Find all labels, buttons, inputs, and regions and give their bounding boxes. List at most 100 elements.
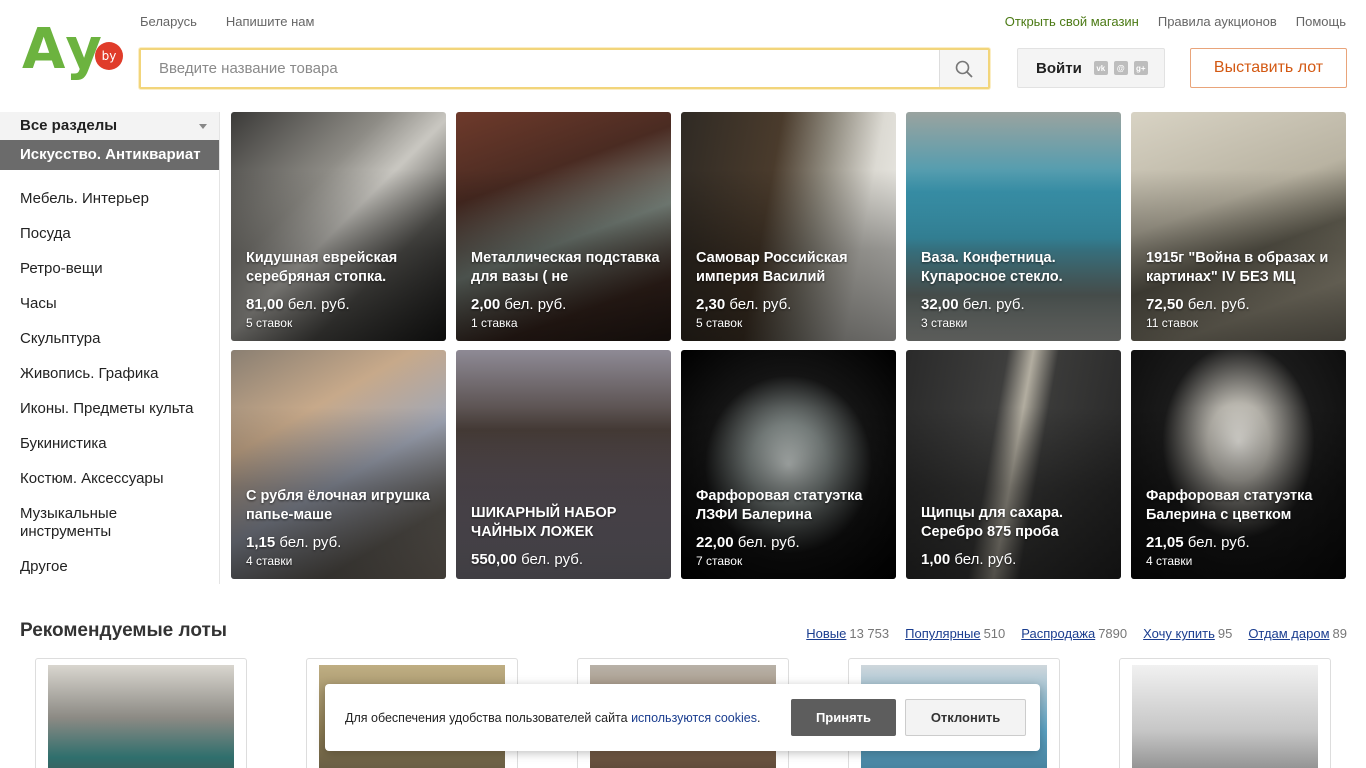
sidebar-item[interactable]: Мебель. Интерьер <box>0 182 219 217</box>
login-box[interactable]: Войти vk @ g+ <box>1017 48 1165 88</box>
lot-card[interactable]: Фарфоровая статуэтка ЛЗФИ Балерина 22,00 … <box>681 350 896 579</box>
lot-info: Фарфоровая статуэтка Балерина с цветком 2… <box>1146 487 1336 569</box>
lot-title[interactable]: С рубля ёлочная игрушка папье-маше <box>246 487 436 525</box>
lot-currency: бел. руб. <box>954 551 1017 568</box>
recommended-tab-count: 13 753 <box>849 626 890 641</box>
login-label[interactable]: Войти <box>1036 60 1082 77</box>
lot-card[interactable]: С рубля ёлочная игрушка папье-маше 1,15 б… <box>231 350 446 579</box>
lot-price-value: 81,00 <box>246 296 284 313</box>
lot-price: 2,00 бел. руб. <box>471 296 661 314</box>
cookie-link[interactable]: используются cookies <box>631 711 757 725</box>
lot-card[interactable]: Кидушная еврейская серебряная стопка. 81,… <box>231 112 446 341</box>
lot-currency: бел. руб. <box>737 534 800 551</box>
lot-card[interactable]: Металлическая подставка для вазы ( не 2,0… <box>456 112 671 341</box>
sidebar-item[interactable]: Другое <box>0 550 219 585</box>
lot-card[interactable]: Ваза. Конфетница. Купаросное стекло. 32,0… <box>906 112 1121 341</box>
recommended-tab[interactable]: Новые 13 753 <box>806 626 889 641</box>
recommended-tab-label[interactable]: Популярные <box>905 626 980 641</box>
recommended-image[interactable] <box>48 665 234 768</box>
lot-price-value: 1,15 <box>246 534 276 551</box>
lot-title[interactable]: Самовар Российская империя Василий <box>696 249 886 287</box>
sidebar-item[interactable]: Ретро-вещи <box>0 252 219 287</box>
google-plus-icon[interactable]: g+ <box>1133 61 1148 75</box>
lot-info: 1915г "Война в образах и картинах" IV БЕ… <box>1146 249 1336 331</box>
top-links-left: Беларусь Напишите нам <box>140 14 314 29</box>
lot-card[interactable]: 1915г "Война в образах и картинах" IV БЕ… <box>1131 112 1346 341</box>
sidebar-item[interactable]: Иконы. Предметы культа <box>0 392 219 427</box>
lot-bids: 5 ставок <box>246 316 293 330</box>
cookie-text: Для обеспечения удобства пользователей с… <box>345 711 760 725</box>
sidebar-item[interactable]: Живопись. Графика <box>0 357 219 392</box>
lot-title[interactable]: Фарфоровая статуэтка ЛЗФИ Балерина <box>696 487 886 525</box>
recommended-card[interactable] <box>1119 658 1331 768</box>
sidebar-item-active[interactable]: Искусство. Антиквариат <box>0 140 219 170</box>
lot-currency: бел. руб. <box>504 296 567 313</box>
lot-currency: бел. руб. <box>1187 296 1250 313</box>
decline-cookies-button[interactable]: Отклонить <box>905 699 1026 736</box>
cookie-text-main: Для обеспечения удобства пользователей с… <box>345 710 628 725</box>
lot-info: ШИКАРНЫЙ НАБОР ЧАЙНЫХ ЛОЖЕК 550,00 бел. р… <box>471 504 661 569</box>
lot-currency: бел. руб. <box>279 534 342 551</box>
lot-title[interactable]: ШИКАРНЫЙ НАБОР ЧАЙНЫХ ЛОЖЕК <box>471 504 661 542</box>
recommended-tab-label[interactable]: Хочу купить <box>1143 626 1215 641</box>
sell-lot-button[interactable]: Выставить лот <box>1190 48 1347 88</box>
search-bar <box>139 48 990 89</box>
recommended-tab-count: 510 <box>983 626 1006 641</box>
sidebar-item[interactable]: Скульптура <box>0 322 219 357</box>
recommended-image[interactable] <box>1132 665 1318 768</box>
lot-info: Металлическая подставка для вазы ( не 2,0… <box>471 249 661 331</box>
lot-title[interactable]: Фарфоровая статуэтка Балерина с цветком <box>1146 487 1336 525</box>
lot-card[interactable]: Щипцы для сахара. Серебро 875 проба 1,00 … <box>906 350 1121 579</box>
all-sections-dropdown[interactable]: Все разделы <box>0 112 219 140</box>
accept-cookies-button[interactable]: Принять <box>791 699 896 736</box>
recommended-tab-count: 7890 <box>1098 626 1128 641</box>
sidebar-item[interactable]: Костюм. Аксессуары <box>0 462 219 497</box>
cookie-text-tail: . <box>756 710 761 725</box>
recommended-tab-label[interactable]: Отдам даром <box>1248 626 1329 641</box>
lot-title[interactable]: Кидушная еврейская серебряная стопка. <box>246 249 436 287</box>
lot-price: 81,00 бел. руб. <box>246 296 436 314</box>
lot-card[interactable]: Самовар Российская империя Василий 2,30 б… <box>681 112 896 341</box>
contact-link[interactable]: Напишите нам <box>226 14 315 29</box>
mail-ru-icon[interactable]: @ <box>1113 61 1128 75</box>
open-shop-link[interactable]: Открыть свой магазин <box>1005 14 1139 29</box>
lot-card[interactable]: ШИКАРНЫЙ НАБОР ЧАЙНЫХ ЛОЖЕК 550,00 бел. р… <box>456 350 671 579</box>
vk-icon[interactable]: vk <box>1093 61 1108 75</box>
recommended-tab[interactable]: Хочу купить 95 <box>1143 626 1232 641</box>
region-link[interactable]: Беларусь <box>140 14 197 29</box>
search-icon <box>955 60 973 78</box>
sidebar-item[interactable]: Часы <box>0 287 219 322</box>
help-link[interactable]: Помощь <box>1296 14 1346 29</box>
site-logo[interactable]: Ау by <box>22 17 126 84</box>
recommended-tab-label[interactable]: Новые <box>806 626 846 641</box>
auction-rules-link[interactable]: Правила аукционов <box>1158 14 1277 29</box>
lot-card[interactable]: Фарфоровая статуэтка Балерина с цветком 2… <box>1131 350 1346 579</box>
recommended-tabs: Новые 13 753 Популярные 510 Распродажа 7890 Хо… <box>806 626 1347 641</box>
recommended-tab-label[interactable]: Распродажа <box>1021 626 1095 641</box>
recommended-title: Рекомендуемые лоты <box>20 620 228 641</box>
search-input[interactable] <box>141 50 939 87</box>
top-links-right: Открыть свой магазин Правила аукционов П… <box>1005 14 1346 29</box>
lot-bids: 4 ставки <box>246 554 293 568</box>
lot-price: 22,00 бел. руб. <box>696 534 886 552</box>
lot-currency: бел. руб. <box>962 296 1025 313</box>
lot-title[interactable]: Металлическая подставка для вазы ( не <box>471 249 661 287</box>
search-button[interactable] <box>939 50 988 87</box>
lot-title[interactable]: Щипцы для сахара. Серебро 875 проба <box>921 504 1111 542</box>
recommended-tab[interactable]: Популярные 510 <box>905 626 1005 641</box>
lot-price-value: 72,50 <box>1146 296 1184 313</box>
lot-bids: 1 ставка <box>471 316 518 330</box>
lot-title[interactable]: 1915г "Война в образах и картинах" IV БЕ… <box>1146 249 1336 287</box>
sidebar-item[interactable]: Музыкальные инструменты <box>0 497 219 550</box>
lots-grid: Кидушная еврейская серебряная стопка. 81,… <box>231 112 1346 579</box>
lot-info: Кидушная еврейская серебряная стопка. 81,… <box>246 249 436 331</box>
lot-currency: бел. руб. <box>521 551 584 568</box>
recommended-tab[interactable]: Отдам даром 89 <box>1248 626 1347 641</box>
logo-badge: by <box>102 49 117 63</box>
recommended-tab[interactable]: Распродажа 7890 <box>1021 626 1127 641</box>
sidebar-item[interactable]: Букинистика <box>0 427 219 462</box>
sidebar-item[interactable]: Посуда <box>0 217 219 252</box>
lot-price: 2,30 бел. руб. <box>696 296 886 314</box>
recommended-card[interactable] <box>35 658 247 768</box>
lot-title[interactable]: Ваза. Конфетница. Купаросное стекло. <box>921 249 1111 287</box>
